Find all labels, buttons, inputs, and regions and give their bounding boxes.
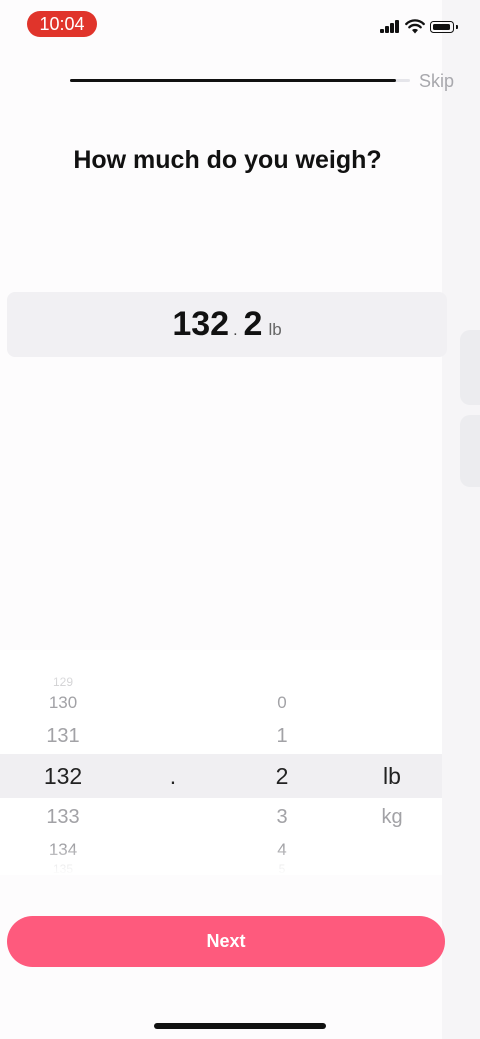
home-indicator — [154, 1023, 326, 1029]
peek-card-2 — [460, 415, 480, 487]
picker-item[interactable]: 135 — [10, 862, 116, 875]
picker-item[interactable]: 1 — [240, 722, 324, 750]
wifi-icon — [405, 19, 425, 34]
weight-integer-value: 132 — [172, 305, 230, 343]
unit-picker-column[interactable]: lb kg — [352, 650, 432, 875]
onboarding-progress-bar — [70, 79, 410, 82]
battery-icon — [430, 21, 458, 33]
picker-separator: . — [169, 763, 177, 789]
progress-fill — [70, 79, 397, 82]
weight-unit-label: lb — [268, 320, 282, 339]
picker-item-selected[interactable]: lb — [352, 761, 432, 791]
picker-item[interactable]: 4 — [240, 838, 324, 862]
cellular-signal-icon — [380, 19, 400, 33]
picker-item[interactable]: 3 — [240, 803, 324, 831]
weight-decimal-separator: . — [233, 322, 238, 339]
picker-item[interactable]: 0 — [240, 690, 324, 716]
weight-decimal-value: 2 — [243, 305, 263, 343]
picker-item-selected[interactable]: 2 — [240, 761, 324, 791]
status-bar: 10:04 — [0, 0, 480, 50]
peek-card-1 — [460, 330, 480, 405]
separator-picker-column: . — [150, 650, 196, 875]
skip-button[interactable]: Skip — [419, 71, 454, 92]
integer-picker-column[interactable]: 129 130 131 132 133 134 135 — [10, 650, 116, 875]
decimal-picker-column[interactable]: 0 1 2 3 4 5 — [240, 650, 324, 875]
picker-item[interactable]: 131 — [10, 722, 116, 750]
picker-item[interactable]: 5 — [240, 862, 324, 875]
next-button[interactable]: Next — [7, 916, 445, 967]
picker-item-selected[interactable]: 132 — [10, 761, 116, 791]
picker-item[interactable]: 134 — [10, 838, 116, 862]
page-title: How much do you weigh? — [73, 146, 382, 174]
picker-item[interactable]: kg — [352, 803, 432, 831]
weight-value-display: 132. 2 lb — [7, 292, 447, 357]
weight-picker: 129 130 131 132 133 134 135 . 0 1 2 3 4 … — [0, 650, 442, 875]
picker-item[interactable]: 130 — [10, 690, 116, 716]
picker-item[interactable]: 133 — [10, 803, 116, 831]
status-time: 10:04 — [27, 11, 97, 37]
picker-item[interactable]: 129 — [10, 675, 116, 689]
